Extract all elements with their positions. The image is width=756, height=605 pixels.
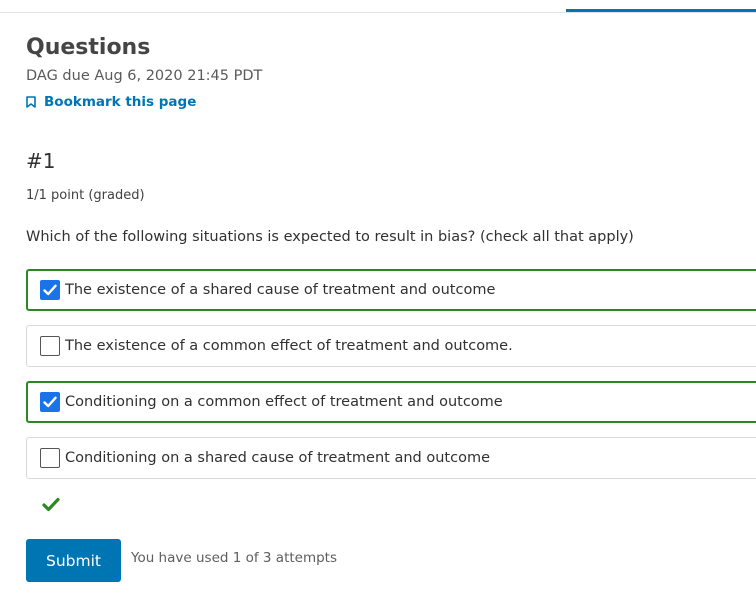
choice-option[interactable]: The existence of a shared cause of treat…: [26, 269, 756, 311]
bookmark-label: Bookmark this page: [44, 94, 197, 110]
checkbox-checked[interactable]: [40, 280, 60, 300]
bookmark-link[interactable]: Bookmark this page: [26, 94, 196, 110]
choice-label: Conditioning on a shared cause of treatm…: [65, 450, 490, 466]
problem-points: 1/1 point (graded): [26, 188, 145, 203]
check-icon: [43, 396, 57, 408]
due-date: DAG due Aug 6, 2020 21:45 PDT: [26, 68, 263, 84]
active-tab-indicator: [566, 9, 756, 12]
checkbox-unchecked[interactable]: [40, 448, 60, 468]
page-title: Questions: [26, 35, 151, 60]
checkmark-icon: [42, 497, 60, 516]
problem-number: #1: [26, 149, 56, 173]
checkbox-checked[interactable]: [40, 392, 60, 412]
choice-option[interactable]: Conditioning on a shared cause of treatm…: [26, 437, 756, 479]
choice-label: The existence of a shared cause of treat…: [65, 282, 496, 298]
choice-option[interactable]: Conditioning on a common effect of treat…: [26, 381, 756, 423]
submit-button[interactable]: Submit: [26, 539, 121, 582]
problem-prompt: Which of the following situations is exp…: [26, 229, 634, 245]
checkbox-unchecked[interactable]: [40, 336, 60, 356]
choice-option[interactable]: The existence of a common effect of trea…: [26, 325, 756, 367]
choice-label: The existence of a common effect of trea…: [65, 338, 513, 354]
check-icon: [43, 284, 57, 296]
attempts-text: You have used 1 of 3 attempts: [131, 550, 338, 566]
bookmark-icon: [26, 96, 36, 108]
choice-label: Conditioning on a common effect of treat…: [65, 394, 503, 410]
